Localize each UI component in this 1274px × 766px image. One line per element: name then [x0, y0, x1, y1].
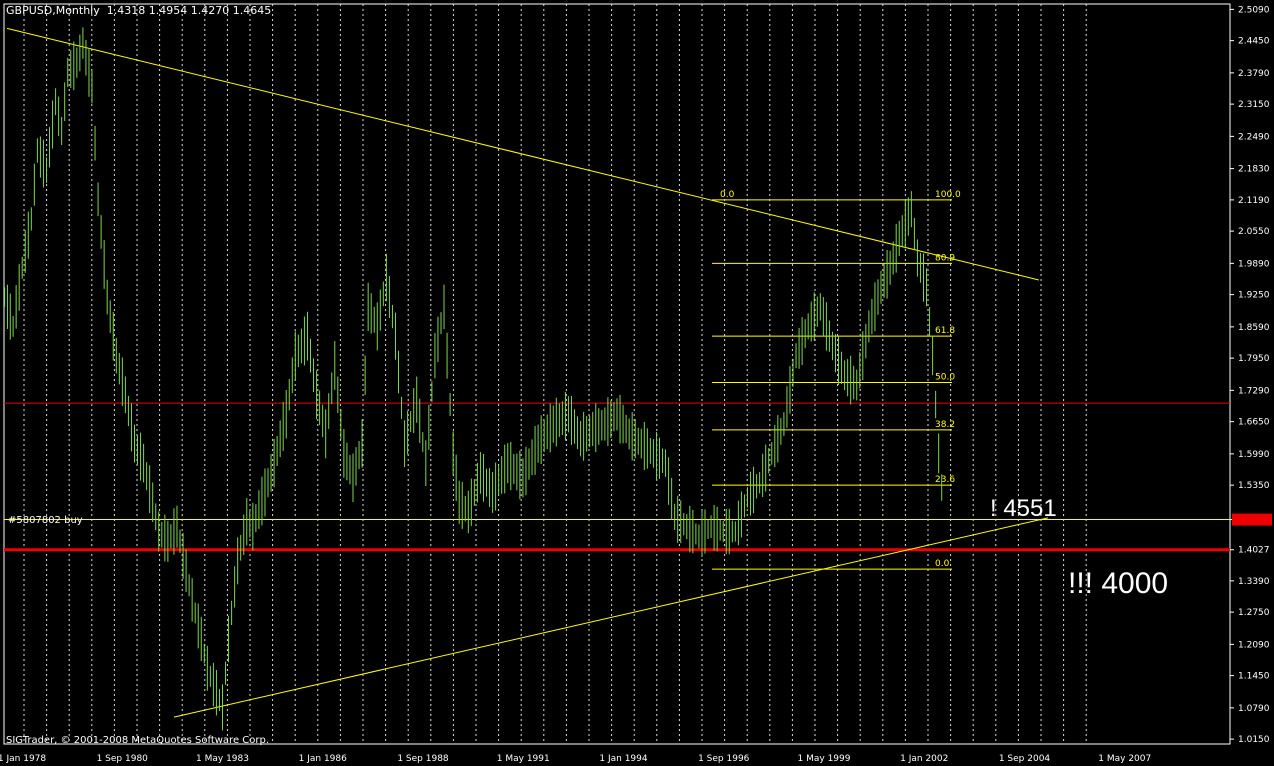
- y-tick-label: 2.3150: [1238, 100, 1270, 110]
- ohlc-readout: 1.4318 1.4954 1.4270 1.4645: [106, 4, 272, 17]
- x-tick-label: 1 Jan 2002: [900, 754, 948, 764]
- y-tick-label: 1.3390: [1238, 577, 1270, 587]
- x-tick-label: 1 Sep 2004: [999, 754, 1051, 764]
- x-tick-label: 1 Sep 1980: [97, 754, 149, 764]
- y-tick-label: 1.7290: [1238, 386, 1270, 396]
- y-tick-label: 2.1830: [1238, 165, 1270, 175]
- y-tick-label: 1.0790: [1238, 704, 1270, 714]
- annotation-4000: !!! 4000: [1068, 567, 1169, 600]
- y-tick-label: 2.4450: [1238, 37, 1270, 47]
- plot-frame: [3, 3, 1231, 745]
- current-price-box: [1232, 513, 1272, 526]
- y-tick-label: 1.9250: [1238, 291, 1270, 301]
- y-tick-label: 1.4027: [1238, 546, 1270, 556]
- y-tick-label: 2.1190: [1238, 196, 1270, 206]
- y-tick-label: 2.5090: [1238, 5, 1270, 15]
- order-label: #5807802 buy: [8, 515, 83, 526]
- y-tick-label: 2.3790: [1238, 69, 1270, 79]
- x-tick-label: 1 Jan 1986: [299, 754, 347, 764]
- x-tick-label: 1 Sep 1996: [698, 754, 750, 764]
- x-tick-label: 1 May 1991: [497, 754, 550, 764]
- x-tick-label: 1 May 2007: [1098, 754, 1151, 764]
- y-tick-label: 2.2490: [1238, 132, 1270, 142]
- x-tick-label: 1 May 1999: [798, 754, 851, 764]
- y-tick-label: 1.8590: [1238, 323, 1270, 333]
- y-tick-label: 1.9890: [1238, 259, 1270, 269]
- symbol-label: GBPUSD,Monthly: [6, 4, 100, 17]
- price-level-label: 38.2: [935, 420, 955, 430]
- copyright-label: SIGTrader, © 2001-2008 MetaQuotes Softwa…: [6, 735, 270, 746]
- price-level-label: 61.8: [935, 326, 955, 336]
- y-tick-label: 1.6650: [1238, 418, 1270, 428]
- annotation-4551: ! 4551: [990, 495, 1057, 522]
- x-tick-label: 1 Sep 1988: [397, 754, 449, 764]
- y-tick-label: 1.2750: [1238, 608, 1270, 618]
- x-tick-label: 1 Jan 1978: [0, 754, 46, 764]
- price-level-label: 0.0: [720, 190, 735, 200]
- price-level-label: 23.6: [935, 475, 955, 485]
- y-tick-label: 1.0150: [1238, 735, 1270, 745]
- y-tick-label: 1.7950: [1238, 354, 1270, 364]
- x-tick-label: 1 Jan 1994: [599, 754, 647, 764]
- y-tick-label: 1.5350: [1238, 481, 1270, 491]
- price-level-label: 100.0: [935, 190, 961, 200]
- y-tick-label: 1.5990: [1238, 450, 1270, 460]
- y-tick-label: 1.2090: [1238, 640, 1270, 650]
- price-chart[interactable]: 1 Jan 1978 1 Sep 1980 1 May 1983 1 Jan 1986…: [0, 0, 1274, 766]
- y-tick-label: 1.1450: [1238, 672, 1270, 682]
- chart-header: GBPUSD,Monthly 1.4318 1.4954 1.4270 1.46…: [6, 4, 271, 17]
- price-level-label: 0.0: [935, 559, 950, 569]
- y-tick-label: 2.0550: [1238, 227, 1270, 237]
- price-level-label: 50.0: [935, 373, 955, 383]
- x-tick-label: 1 May 1983: [196, 754, 249, 764]
